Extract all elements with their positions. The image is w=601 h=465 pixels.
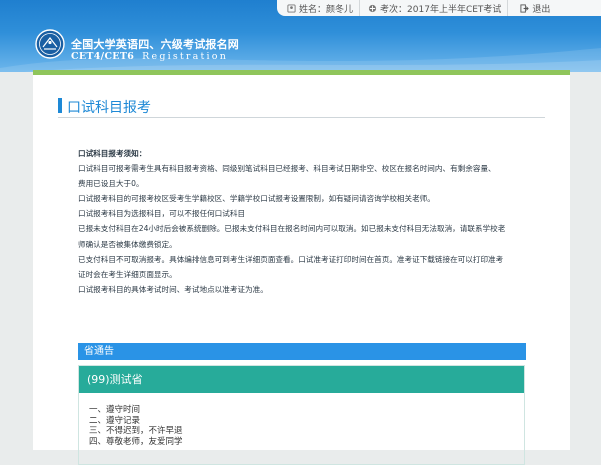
notice-line: 师确认是否被集体缴费锁定。 — [78, 239, 177, 249]
exam-session-icon — [368, 4, 377, 12]
list-item: 一、遵守时间 — [89, 405, 141, 415]
notice-line: 已支付科目不可取消报考。具体编排信息可到考生详细页面查看。口试准考证打印时间在首… — [78, 254, 504, 264]
exam-rules-list: 一、遵守时间 二、遵守记录 三、不得迟到，不许早退 四、尊敬老师，友爱同学 — [79, 393, 524, 447]
notice-line: 口试报考科目的具体考试时间、考试地点以准考证为准。 — [78, 284, 268, 294]
site-subtitle-code: CET4/CET6 — [71, 51, 135, 62]
list-item: 四、尊敬老师，友爱同学 — [89, 436, 183, 447]
user-info: 姓名： 颜冬儿 — [277, 0, 361, 16]
notice-line: 已报未支付科目在24小时后会被系统删除。已报未支付科目在报名时间内可以取消。如已… — [78, 224, 506, 234]
logout-icon — [520, 3, 530, 13]
page-title: 口试科目报考 — [67, 100, 151, 116]
list-item: 三、不得迟到，不许早退 — [89, 426, 183, 436]
logout-button[interactable]: 退出 — [508, 0, 556, 16]
user-label: 姓名： — [299, 4, 327, 15]
notice-line: 证时会在考生详细页面显示。 — [78, 269, 177, 279]
page-title-section: 口试科目报考 — [58, 96, 545, 118]
notice-heading: 口试科目报考须知： — [78, 149, 147, 158]
notice-line: 口试科目可报考需考生具有科目报考资格、同级别笔试科目已经报考、科目考试日期非空、… — [78, 164, 496, 174]
registration-notice: 口试科目报考须知： 口试科目可报考需考生具有科目报考资格、同级别笔试科目已经报考… — [78, 146, 538, 297]
user-name: 颜冬儿 — [326, 4, 354, 15]
user-icon — [287, 3, 296, 13]
page-title-accent — [58, 98, 62, 113]
notice-line: 口试报考科目为选报科目，可以不报任何口试科目 — [78, 209, 246, 219]
list-item: 二、遵守记录 — [89, 415, 141, 426]
province-announcement-bar: 省通告 — [78, 343, 526, 360]
notice-line: 费用已设且大于0。 — [78, 179, 144, 189]
notice-line: 口试报考科目的可报考校区受考生学籍校区、学籍学校口试报考设置限制，如有疑问请咨询… — [78, 194, 435, 204]
exam-name: 2017年上半年CET考试 — [407, 4, 502, 15]
logout-label: 退出 — [532, 4, 551, 15]
cet-logo-icon — [35, 29, 65, 59]
exam-province-box: (99)测试省 一、遵守时间 二、遵守记录 三、不得迟到，不许早退 四、尊敬老师… — [78, 365, 525, 465]
site-title: 全国大学英语四、六级考试报名网 — [71, 38, 239, 51]
site-header: 全国大学英语四、六级考试报名网 CET4/CET6 Registration 姓名… — [0, 0, 601, 72]
content-panel: 口试科目报考 口试科目报考须知： 口试科目可报考需考生具有科目报考资格、同级别笔… — [33, 70, 570, 465]
user-bar: 姓名： 颜冬儿 考次： 2017年上半年CET考试 退出 — [277, 0, 601, 16]
site-subtitle: CET4/CET6 Registration — [71, 51, 228, 62]
exam-session-info: 考次： 2017年上半年CET考试 — [360, 0, 509, 16]
exam-province-heading: (99)测试省 — [79, 366, 524, 393]
exam-label: 考次： — [380, 4, 408, 15]
site-subtitle-registration: Registration — [142, 51, 229, 62]
